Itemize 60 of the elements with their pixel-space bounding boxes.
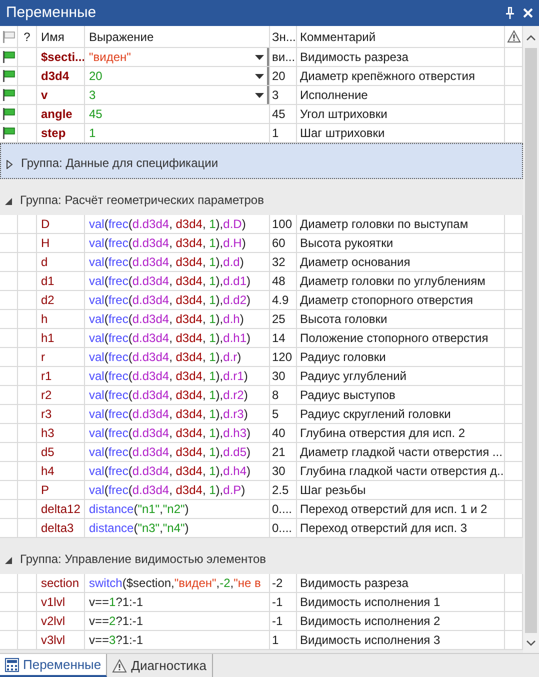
expression-cell-text: 45: [88, 106, 102, 123]
tab[interactable]: Переменные: [0, 654, 108, 677]
collapse-triangle-icon[interactable]: [4, 556, 13, 565]
expression-cell-text: "виден": [88, 49, 131, 66]
group-title: Группа: Данные для спецификации: [21, 155, 218, 172]
dropdown-button[interactable]: [252, 48, 269, 66]
dropdown-button[interactable]: [252, 86, 269, 104]
caret-icon: [255, 54, 264, 60]
pin-icon[interactable]: [505, 7, 515, 19]
expression-cell-text: distance("n3","n4"): [88, 520, 189, 537]
expression-cell-text: switch($section,"виден",-2,"не в: [88, 575, 261, 592]
expression-cell-text: 1: [88, 125, 96, 142]
window-title: Переменные: [6, 2, 96, 23]
flag-icon: [2, 126, 16, 140]
expression-cell-text: 3: [88, 87, 96, 104]
caret-icon: [255, 74, 264, 78]
flag-icon: [2, 30, 16, 44]
group-title: Группа: Управление видимостью элементов: [20, 551, 266, 568]
expression-cell-text: val(frec(d.d3d4, d3d4, 1),d.P): [88, 482, 246, 499]
expression-cell-text: val(frec(d.d3d4, d3d4, 1),d.d): [88, 254, 244, 271]
dropdown-button[interactable]: [252, 67, 269, 85]
table-cell: [0, 631, 18, 650]
flag-icon: [2, 88, 16, 102]
expression-cell-text: val(frec(d.d3d4, d3d4, 1),d.r1): [88, 368, 248, 385]
expression-cell-text: val(frec(d.d3d4, d3d4, 1),d.d5): [88, 444, 250, 461]
expression-cell-text: val(frec(d.d3d4, d3d4, 1),d.r): [88, 349, 242, 366]
group-header[interactable]: Группа: Данные для спецификации: [0, 143, 523, 179]
expression-cell-text: val(frec(d.d3d4, d3d4, 1),d.h1): [88, 330, 250, 347]
warning-icon: [506, 30, 520, 43]
expression-cell-text: v==2?1:-1: [88, 613, 144, 630]
flag-icon: [2, 50, 16, 64]
expression-cell-text: val(frec(d.d3d4, d3d4, 1),d.r3): [88, 406, 248, 423]
caret-icon: [255, 92, 264, 98]
tab[interactable]: Диагностика: [107, 654, 213, 677]
expression-cell-text: val(frec(d.d3d4, d3d4, 1),d.r2): [88, 387, 248, 404]
group-title: Группа: Расчёт геометрических параметров: [20, 192, 264, 209]
expand-triangle-icon[interactable]: [5, 160, 14, 169]
scrollbar[interactable]: [523, 26, 539, 653]
expression-cell-text: val(frec(d.d3d4, d3d4, 1),d.h4): [88, 463, 250, 480]
expression-cell-text: val(frec(d.d3d4, d3d4, 1),d.D): [88, 216, 246, 233]
expression-cell-text: val(frec(d.d3d4, d3d4, 1),d.h): [88, 311, 244, 328]
expression-cell-text: v==1?1:-1: [88, 594, 144, 611]
expression-cell-text: val(frec(d.d3d4, d3d4, 1),d.H): [88, 235, 246, 252]
flag-icon: [2, 69, 16, 83]
expression-cell-text: val(frec(d.d3d4, d3d4, 1),d.d2): [88, 292, 250, 309]
expression-cell-text: distance("n1","n2"): [88, 501, 189, 518]
comment-cell: Видимость исполнения 3: [297, 631, 505, 650]
expression-cell-text: 20: [88, 68, 102, 85]
expression-cell-text: val(frec(d.d3d4, d3d4, 1),d.d1): [88, 273, 250, 290]
collapse-triangle-icon[interactable]: [4, 197, 13, 206]
calculator-icon: [5, 658, 19, 672]
warning-icon: [112, 658, 128, 672]
scrollbar-thumb[interactable]: [525, 48, 537, 633]
expression-cell-text: val(frec(d.d3d4, d3d4, 1),d.h3): [88, 425, 250, 442]
close-icon[interactable]: [523, 8, 533, 18]
variable-name-cell: v3lvl: [37, 631, 85, 650]
value-cell: 1: [270, 631, 297, 650]
table-cell: [18, 631, 37, 650]
flag-icon: [2, 107, 16, 121]
expression-cell-text: v==3?1:-1: [88, 632, 144, 649]
